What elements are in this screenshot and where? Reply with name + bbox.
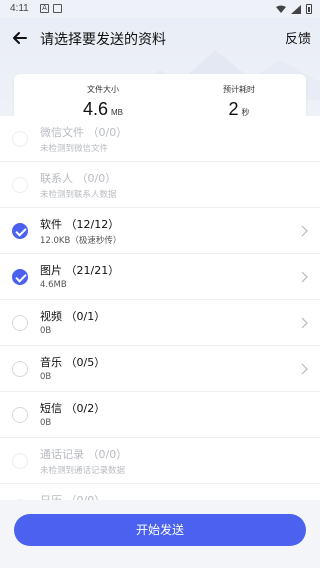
chevron-right-icon[interactable] (300, 225, 308, 237)
list-item-detail: 未检测到通话记录数据 (40, 466, 126, 476)
est-time-summary: 预计耗时 2秒 (204, 84, 274, 120)
list-item-name: 联系人 （0/0） (40, 172, 117, 185)
chevron-right-icon[interactable] (300, 363, 308, 375)
list-item-detail: 4.6MB (40, 280, 67, 290)
feedback-button[interactable]: 反馈 (285, 28, 311, 47)
est-time-label: 预计耗时 (223, 85, 255, 94)
list-item-name: 短信 （0/2） (40, 402, 106, 415)
list-item-name: 软件 （12/12） (40, 218, 120, 231)
chevron-right-icon[interactable] (300, 271, 308, 283)
back-arrow-icon[interactable] (10, 28, 30, 48)
checkbox-icon[interactable] (12, 315, 28, 331)
list-item-photos[interactable]: 图片 （21/21） 4.6MB (0, 254, 320, 300)
checkbox-icon[interactable] (12, 361, 28, 377)
status-notification-icons: A (40, 4, 62, 13)
chevron-right-icon[interactable] (300, 317, 308, 329)
notification-box-icon (53, 4, 62, 13)
checkbox-icon[interactable] (12, 177, 28, 193)
status-system-icons (276, 4, 312, 14)
list-item-detail: 0B (40, 418, 52, 428)
checkbox-icon[interactable] (12, 407, 28, 423)
start-send-button[interactable]: 开始发送 (14, 514, 306, 546)
wifi-icon (276, 5, 286, 13)
list-item-contacts[interactable]: 联系人 （0/0） 未检测到联系人数据 (0, 162, 320, 208)
list-item-detail: 0B (40, 326, 52, 336)
list-item-call-log[interactable]: 通话记录 （0/0） 未检测到通话记录数据 (0, 438, 320, 484)
list-item-sms[interactable]: 短信 （0/2） 0B (0, 392, 320, 438)
list-item-detail: 未检测到微信文件 (40, 144, 109, 154)
list-item-name: 微信文件 （0/0） (40, 126, 128, 139)
signal-icon (291, 4, 301, 14)
notification-a-icon: A (40, 4, 49, 13)
list-item-name: 通话记录 （0/0） (40, 448, 128, 461)
list-item-name: 视频 （0/1） (40, 310, 106, 323)
list-item-detail: 12.0KB（极速秒传） (40, 236, 122, 246)
list-item-name: 音乐 （0/5） (40, 356, 106, 369)
page-title: 请选择要发送的资料 (40, 32, 166, 48)
list-item-detail: 未检测到联系人数据 (40, 190, 117, 200)
checkbox-icon[interactable] (12, 269, 28, 285)
checkbox-icon[interactable] (12, 453, 28, 469)
list-item-detail: 0B (40, 372, 52, 382)
bottom-bar: 开始发送 (0, 500, 320, 568)
battery-icon (306, 4, 312, 14)
list-item-wechat[interactable]: 微信文件 （0/0） 未检测到微信文件 (0, 116, 320, 162)
file-size-label: 文件大小 (87, 85, 119, 94)
list-item-videos[interactable]: 视频 （0/1） 0B (0, 300, 320, 346)
checkbox-icon[interactable] (12, 131, 28, 147)
list-item-name: 图片 （21/21） (40, 264, 120, 277)
status-bar: 4:11 A (0, 0, 320, 18)
data-type-list: 微信文件 （0/0） 未检测到微信文件 联系人 （0/0） 未检测到联系人数据 … (0, 116, 320, 530)
status-time: 4:11 (10, 3, 29, 14)
file-size-summary: 文件大小 4.6 MB (68, 84, 138, 120)
list-item-apps[interactable]: 软件 （12/12） 12.0KB（极速秒传） (0, 208, 320, 254)
checkbox-icon[interactable] (12, 223, 28, 239)
list-item-music[interactable]: 音乐 （0/5） 0B (0, 346, 320, 392)
